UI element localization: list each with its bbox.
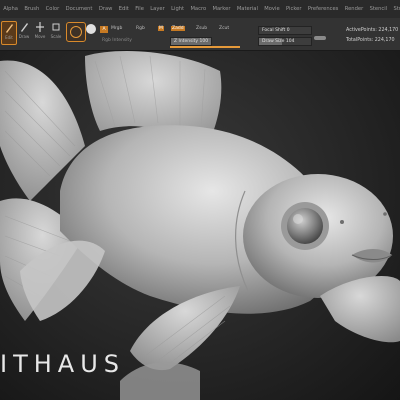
menu-item-edit[interactable]: Edit (116, 6, 132, 12)
zcut-button[interactable]: Zcut (219, 26, 229, 31)
tool-move[interactable]: Move (33, 21, 47, 43)
menu-item-color[interactable]: Color (42, 6, 62, 12)
menu-item-macro[interactable]: Macro (187, 6, 209, 12)
mrgb-button[interactable]: Mrgb (111, 26, 122, 31)
a-button[interactable]: A (100, 26, 108, 33)
menu-item-picker[interactable]: Picker (283, 6, 305, 12)
rgb-intensity-slider[interactable]: Rgb Intensity (102, 38, 132, 43)
draw-size-label: Draw Size 104 (262, 39, 295, 44)
tool-rotate[interactable] (66, 22, 86, 42)
toolbar: Edit Draw Move Scale A Mrgb Rgb M Zadd Z… (0, 18, 400, 51)
scale-icon (52, 23, 60, 31)
menu-item-alpha[interactable]: Alpha (0, 6, 21, 12)
rgb-button[interactable]: Rgb (136, 26, 145, 31)
z-intensity-bar (170, 46, 240, 48)
menu-item-stroke[interactable]: Stroke (390, 6, 400, 12)
menu-item-document[interactable]: Document (62, 6, 95, 12)
tool-scale[interactable]: Scale (49, 21, 63, 43)
active-points-readout: ActivePoints: 224,170 (346, 28, 399, 33)
total-points-readout: TotalPoints: 224,170 (346, 38, 395, 43)
goldfish-model (0, 51, 400, 400)
z-intensity-slider[interactable]: Z Intensity 100 (170, 37, 212, 46)
m-button[interactable]: M (158, 26, 164, 31)
menu-item-layer[interactable]: Layer (147, 6, 168, 12)
eye (287, 208, 323, 244)
rotate-icon (70, 26, 82, 38)
tool-move-label: Move (34, 34, 46, 39)
menu-item-preferences[interactable]: Preferences (305, 6, 342, 12)
zadd-button[interactable]: Zadd (171, 26, 185, 31)
menu-item-draw[interactable]: Draw (96, 6, 116, 12)
watermark-text: ITHAUS (0, 350, 126, 378)
focal-shift-slider[interactable]: Focal Shift 0 (258, 26, 312, 35)
menu-item-movie[interactable]: Movie (261, 6, 283, 12)
draw-size-slider[interactable]: Draw Size 104 (258, 37, 312, 46)
menu-item-marker[interactable]: Marker (209, 6, 233, 12)
menu-item-light[interactable]: Light (168, 6, 187, 12)
tool-draw-label: Draw (18, 34, 30, 39)
menu-bar: Alpha Brush Color Document Draw Edit File Layer… (0, 0, 400, 18)
menu-item-material[interactable]: Material (234, 6, 261, 12)
material-sphere-icon[interactable] (86, 24, 96, 34)
focal-shift-label: Focal Shift 0 (262, 28, 290, 33)
tool-scale-label: Scale (50, 34, 62, 39)
edit-icon (6, 24, 13, 33)
nostril (340, 220, 344, 224)
viewport-canvas[interactable]: ITHAUS (0, 51, 400, 400)
move-icon (36, 22, 44, 32)
menu-item-brush[interactable]: Brush (21, 6, 42, 12)
menu-item-render[interactable]: Render (342, 6, 367, 12)
anal-fin (120, 362, 200, 400)
tool-draw[interactable]: Draw (17, 21, 31, 43)
menu-item-stencil[interactable]: Stencil (366, 6, 390, 12)
menu-item-file[interactable]: File (132, 6, 147, 12)
tool-edit-label: Edit (5, 35, 13, 40)
draw-icon (21, 23, 28, 32)
dynamic-toggle-icon[interactable] (314, 36, 326, 40)
tool-edit[interactable]: Edit (1, 21, 17, 45)
z-intensity-label: Z Intensity 100 (174, 39, 209, 44)
zsub-button[interactable]: Zsub (196, 26, 207, 31)
